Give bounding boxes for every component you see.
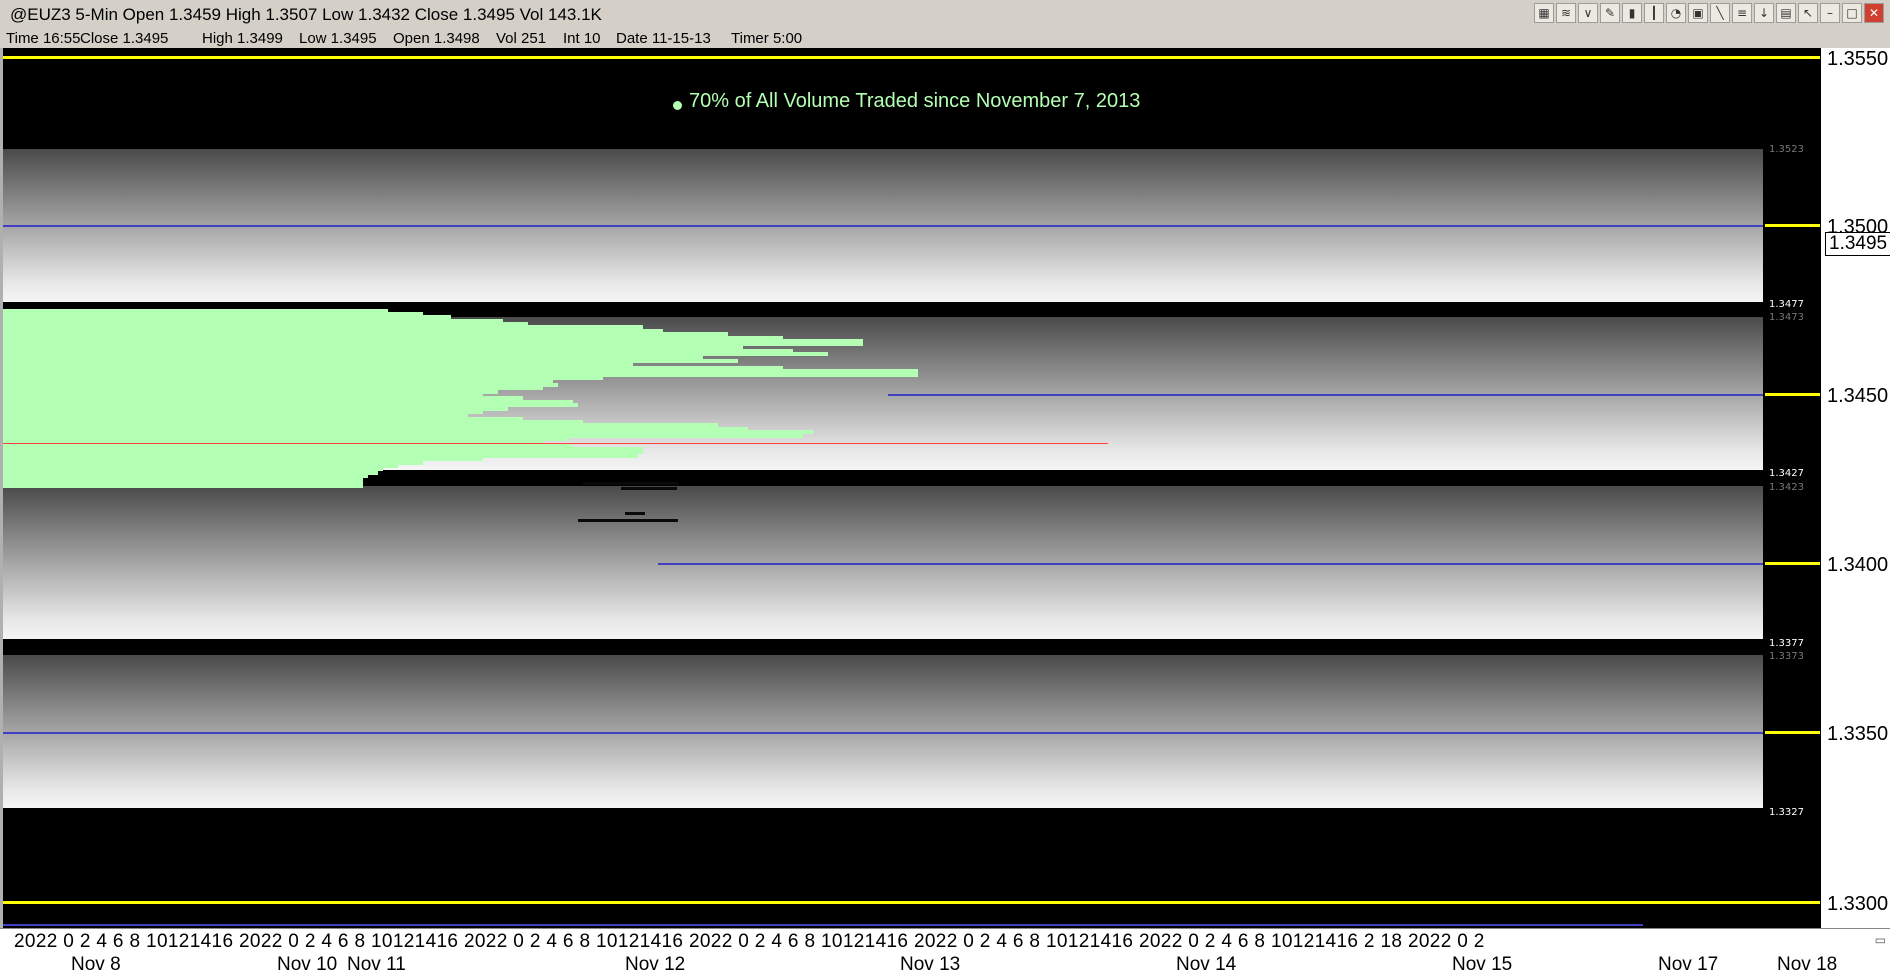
level-line-1.3450 (888, 394, 1763, 396)
chart-plot-area[interactable]: 1.3523 1.3477 1.3473 1.3427 1.3423 1.337… (0, 48, 1820, 928)
volume-annotation: 70% of All Volume Traded since November … (689, 90, 1141, 112)
price-axis[interactable]: 1.3550 1.3500 1.3495 1.3450 1.3400 1.335… (1803, 48, 1890, 928)
band-label: 1.3373 (1769, 651, 1804, 662)
yellow-tick-1.3500 (1765, 224, 1820, 227)
bar-chart-icon[interactable]: ▮ (1622, 3, 1642, 23)
band-label: 1.3327 (1769, 807, 1804, 818)
band-label: 1.3427 (1769, 468, 1804, 479)
price-label: 1.3450 (1827, 385, 1889, 407)
drawing-icon[interactable]: ✎ (1600, 3, 1620, 23)
date-label: Nov 11 (347, 954, 406, 975)
window-titlebar: @EUZ3 5-Min Open 1.3459 High 1.3507 Low … (0, 0, 1890, 28)
band-label: 1.3523 (1769, 144, 1804, 155)
clock-icon[interactable]: ◔ (1666, 3, 1686, 23)
level-line-1.3500 (3, 225, 1763, 227)
volume-profile-gap (625, 512, 645, 515)
status-open: Open 1.3498 (393, 30, 480, 47)
date-label: Nov 15 (1452, 954, 1513, 975)
indicator-icon[interactable]: ≋ (1556, 3, 1576, 23)
down-arrow-icon[interactable]: ↓ (1754, 3, 1774, 23)
date-label: Nov 17 (1658, 954, 1719, 975)
volume-profile-gap (583, 482, 678, 485)
status-close: Close 1.3495 (80, 30, 169, 47)
price-label: 1.3300 (1827, 893, 1889, 915)
date-label: Nov 18 (1777, 954, 1838, 975)
status-date: Date 11-15-13 (616, 30, 711, 47)
price-label: 1.3400 (1827, 554, 1889, 576)
cursor-icon[interactable]: ↖ (1798, 3, 1818, 23)
status-int: Int 10 (563, 30, 601, 47)
poc-line (3, 443, 1108, 444)
fib-icon[interactable]: ≡ (1732, 3, 1752, 23)
band-label: 1.3473 (1769, 312, 1804, 323)
volume-profile-gap (621, 487, 677, 490)
level-line-1.3350 (3, 732, 1763, 734)
yellow-line-top (3, 56, 1820, 59)
date-label: Nov 8 (71, 954, 121, 975)
status-high: High 1.3499 (202, 30, 283, 47)
status-low: Low 1.3495 (299, 30, 377, 47)
status-timer: Timer 5:00 (731, 30, 803, 47)
current-price-label: 1.3495 (1825, 232, 1890, 256)
toolbar: ▦ ≋ ∨ ✎ ▮ ┃ ◔ ▣ ╲ ≡ ↓ ▤ ↖ – □ ✕ (1534, 3, 1884, 25)
minimize-icon[interactable]: – (1820, 3, 1840, 23)
price-label: 1.3550 (1827, 48, 1889, 70)
date-label: Nov 14 (1176, 954, 1237, 975)
annotation-dot (673, 101, 682, 110)
analysis-icon[interactable]: ∨ (1578, 3, 1598, 23)
date-label: Nov 12 (625, 954, 686, 975)
band-label: 1.3377 (1769, 638, 1804, 649)
pen-icon[interactable]: ╲ (1710, 3, 1730, 23)
maximize-icon[interactable]: □ (1842, 3, 1862, 23)
window-title: @EUZ3 5-Min Open 1.3459 High 1.3507 Low … (10, 5, 602, 24)
candle-icon[interactable]: ┃ (1644, 3, 1664, 23)
current-price-arrow-icon: ◂ (1803, 234, 1811, 250)
close-icon[interactable]: ✕ (1864, 3, 1884, 23)
date-label: Nov 13 (900, 954, 961, 975)
time-axis[interactable]: 2022 0 2 4 6 8 10121416 2022 0 2 4 6 8 1… (0, 928, 1890, 979)
hour-labels: 2022 0 2 4 6 8 10121416 2022 0 2 4 6 8 1… (14, 931, 1485, 952)
date-label: Nov 10 (277, 954, 338, 975)
band-label: 1.3477 (1769, 299, 1804, 310)
delete-icon[interactable]: ▤ (1776, 3, 1796, 23)
status-bar: Time 16:55 Close 1.3495 High 1.3499 Low … (0, 29, 1890, 47)
yellow-tick-1.3400 (1765, 562, 1820, 565)
chart-icon[interactable]: ▦ (1534, 3, 1554, 23)
expand-icon[interactable]: ▭ (1875, 933, 1886, 947)
level-line-1.3400 (658, 563, 1763, 565)
bottom-blue-strip (3, 924, 1643, 926)
yellow-tick-1.3350 (1765, 731, 1820, 734)
volume-profile-row (3, 484, 363, 489)
status-time: Time 16:55 (6, 30, 81, 47)
data-window-icon[interactable]: ▣ (1688, 3, 1708, 23)
yellow-tick-1.3450 (1765, 393, 1820, 396)
price-label: 1.3350 (1827, 723, 1889, 745)
volume-profile-gap (578, 519, 678, 522)
status-vol: Vol 251 (496, 30, 547, 47)
yellow-line-bottom (3, 901, 1820, 904)
band-label: 1.3423 (1769, 482, 1804, 493)
